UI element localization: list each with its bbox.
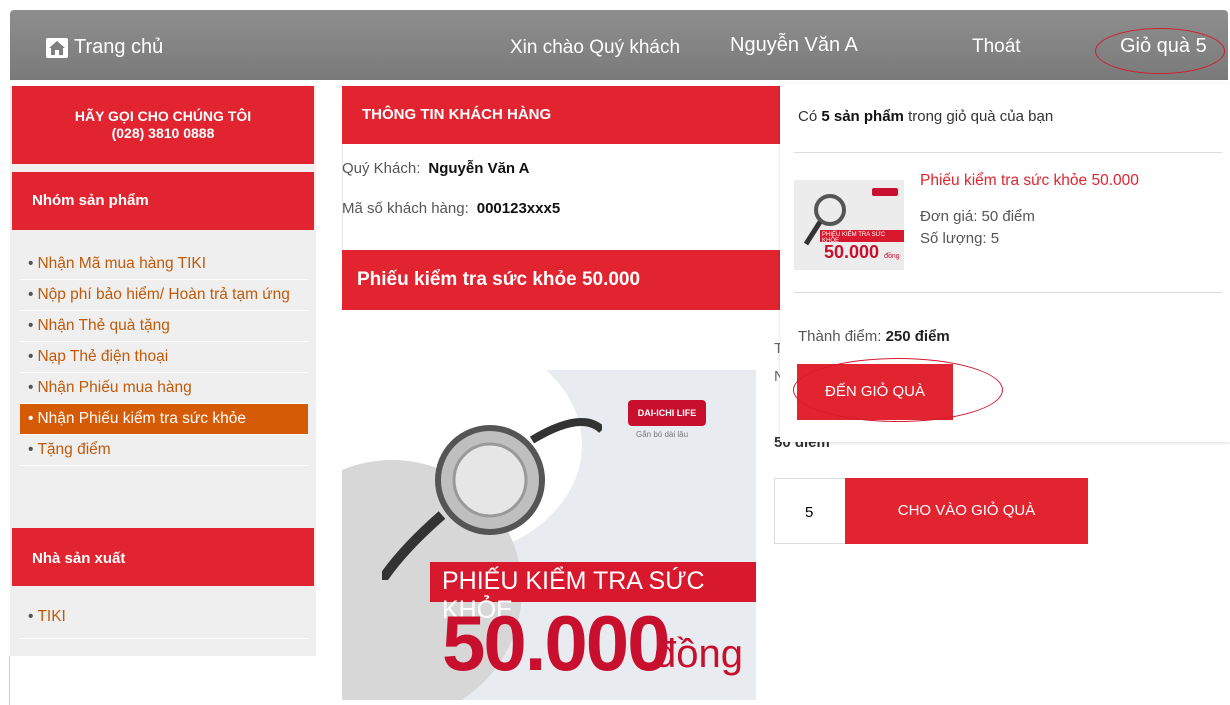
- add-to-cart-button[interactable]: CHO VÀO GIỎ QUÀ: [845, 478, 1088, 544]
- bullet-icon: •: [28, 441, 34, 458]
- username[interactable]: Nguyễn Văn A: [730, 34, 858, 57]
- voucher-heading: PHIẾU KIỂM TRA SỨC KHỎE: [430, 562, 756, 624]
- cart-summary: Có 5 sản phẩm trong giỏ quà của bạn: [798, 108, 1053, 125]
- brand-logo: [872, 188, 898, 196]
- cart-summary-prefix: Có: [798, 108, 818, 125]
- home-link[interactable]: Trang chủ: [46, 36, 163, 59]
- logout-link[interactable]: Thoát: [972, 36, 1021, 58]
- top-bar: Trang chủ Xin chào Quý khách Nguyễn Văn …: [10, 10, 1228, 80]
- thumb-currency: đồng: [884, 253, 900, 260]
- call-us-phone: (028) 3810 0888: [111, 125, 215, 141]
- bullet-icon: •: [28, 317, 34, 334]
- sidebar-item-phone-card[interactable]: • Nạp Thẻ điện thoại: [20, 342, 308, 373]
- sidebar-item-label: Nhận Thẻ quà tặng: [37, 317, 170, 334]
- quantity-input[interactable]: 5: [774, 478, 846, 544]
- manufacturer-label: TIKI: [37, 608, 66, 625]
- customer-id-row: Mã số khách hàng: 000123xxx5: [342, 200, 560, 217]
- sidebar-item-shopping-voucher[interactable]: • Nhận Phiếu mua hàng: [20, 373, 308, 404]
- cart-item-name[interactable]: Phiếu kiểm tra sức khỏe 50.000: [920, 172, 1139, 190]
- brand-tagline: Gắn bó dài lâu: [636, 430, 689, 439]
- bullet-icon: •: [28, 379, 34, 396]
- cart-total: Thành điểm: 250 điểm: [798, 328, 950, 345]
- cart-highlight-oval: [1095, 28, 1225, 74]
- bullet-icon: •: [28, 255, 34, 272]
- bullet-icon: •: [28, 410, 34, 427]
- thumb-amount-value: 50.000: [824, 242, 880, 262]
- sidebar-item-insurance-fee[interactable]: • Nộp phí bảo hiểm/ Hoàn trả tạm ứng: [20, 280, 308, 311]
- customer-name-label: Quý Khách:: [342, 160, 421, 177]
- customer-info-heading: THÔNG TIN KHÁCH HÀNG: [342, 86, 782, 144]
- go-to-cart-highlight-oval: [793, 358, 1003, 422]
- cart-item-price: Đơn giá: 50 điểm: [920, 208, 1035, 225]
- bullet-icon: •: [28, 348, 34, 365]
- home-label: Trang chủ: [74, 36, 164, 58]
- sidebar-item-label: Nộp phí bảo hiểm/ Hoàn trả tạm ứng: [37, 286, 290, 303]
- sidebar-item-gift-points[interactable]: • Tặng điểm: [20, 435, 308, 466]
- thumb-amount: 50.000 đồng: [824, 242, 900, 263]
- customer-name-value: Nguyễn Văn A: [428, 160, 530, 177]
- sidebar: HÃY GỌI CHO CHÚNG TÔI (028) 3810 0888 Nh…: [10, 86, 316, 656]
- manufacturer-heading: Nhà sản xuất: [12, 528, 314, 586]
- product-title: Phiếu kiểm tra sức khỏe 50.000: [342, 250, 782, 310]
- call-us-box: HÃY GỌI CHO CHÚNG TÔI (028) 3810 0888: [12, 86, 314, 164]
- sidebar-item-label: Nhận Phiếu kiểm tra sức khỏe: [37, 410, 246, 427]
- product-group-menu: • Nhận Mã mua hàng TIKI • Nộp phí bảo hiểm…: [20, 249, 308, 466]
- voucher-currency: đồng: [654, 632, 743, 676]
- home-icon: [46, 37, 68, 58]
- voucher-amount: 50.000: [442, 599, 671, 687]
- call-us-title: HÃY GỌI CHO CHÚNG TÔI: [74, 108, 252, 124]
- cart-item-thumbnail[interactable]: PHIẾU KIỂM TRA SỨC KHỎE 50.000 đồng: [794, 180, 904, 270]
- divider: [9, 656, 10, 705]
- sidebar-item-tiki-code[interactable]: • Nhận Mã mua hàng TIKI: [20, 249, 308, 280]
- sidebar-item-gift-card[interactable]: • Nhận Thẻ quà tặng: [20, 311, 308, 342]
- thumb-heading: PHIẾU KIỂM TRA SỨC KHỎE: [820, 230, 904, 244]
- customer-id-label: Mã số khách hàng:: [342, 200, 469, 217]
- product-image: DAI-ICHI LIFE Gắn bó dài lâu PHIẾU KIỂM …: [342, 370, 756, 700]
- brand-logo: DAI-ICHI LIFE: [628, 400, 706, 426]
- sidebar-item-label: Nhận Phiếu mua hàng: [37, 379, 192, 396]
- customer-id-value: 000123xxx5: [476, 200, 561, 217]
- bullet-icon: •: [28, 286, 34, 303]
- divider: [794, 292, 1222, 293]
- welcome-text: Xin chào Quý khách: [510, 37, 681, 58]
- cart-total-value: 250 điểm: [885, 328, 950, 345]
- cart-total-label: Thành điểm:: [798, 328, 882, 345]
- bullet-icon: •: [28, 608, 34, 625]
- divider: [794, 152, 1222, 153]
- sidebar-item-tiki[interactable]: • TIKI: [28, 608, 66, 626]
- cart-summary-suffix: trong giỏ quà của bạn: [908, 108, 1054, 125]
- divider: [20, 638, 308, 639]
- product-group-heading: Nhóm sản phẩm: [12, 172, 314, 230]
- stethoscope-icon: [382, 418, 602, 580]
- sidebar-item-label: Tặng điểm: [37, 441, 111, 458]
- sidebar-item-label: Nhận Mã mua hàng TIKI: [37, 255, 207, 272]
- customer-name-row: Quý Khách: Nguyễn Văn A: [342, 160, 530, 177]
- cart-summary-count: 5 sản phẩm: [821, 108, 904, 125]
- sidebar-item-label: Nạp Thẻ điện thoại: [37, 348, 169, 365]
- sidebar-item-health-check[interactable]: • Nhận Phiếu kiểm tra sức khỏe: [20, 404, 308, 435]
- cart-item-quantity: Số lượng: 5: [920, 230, 1000, 247]
